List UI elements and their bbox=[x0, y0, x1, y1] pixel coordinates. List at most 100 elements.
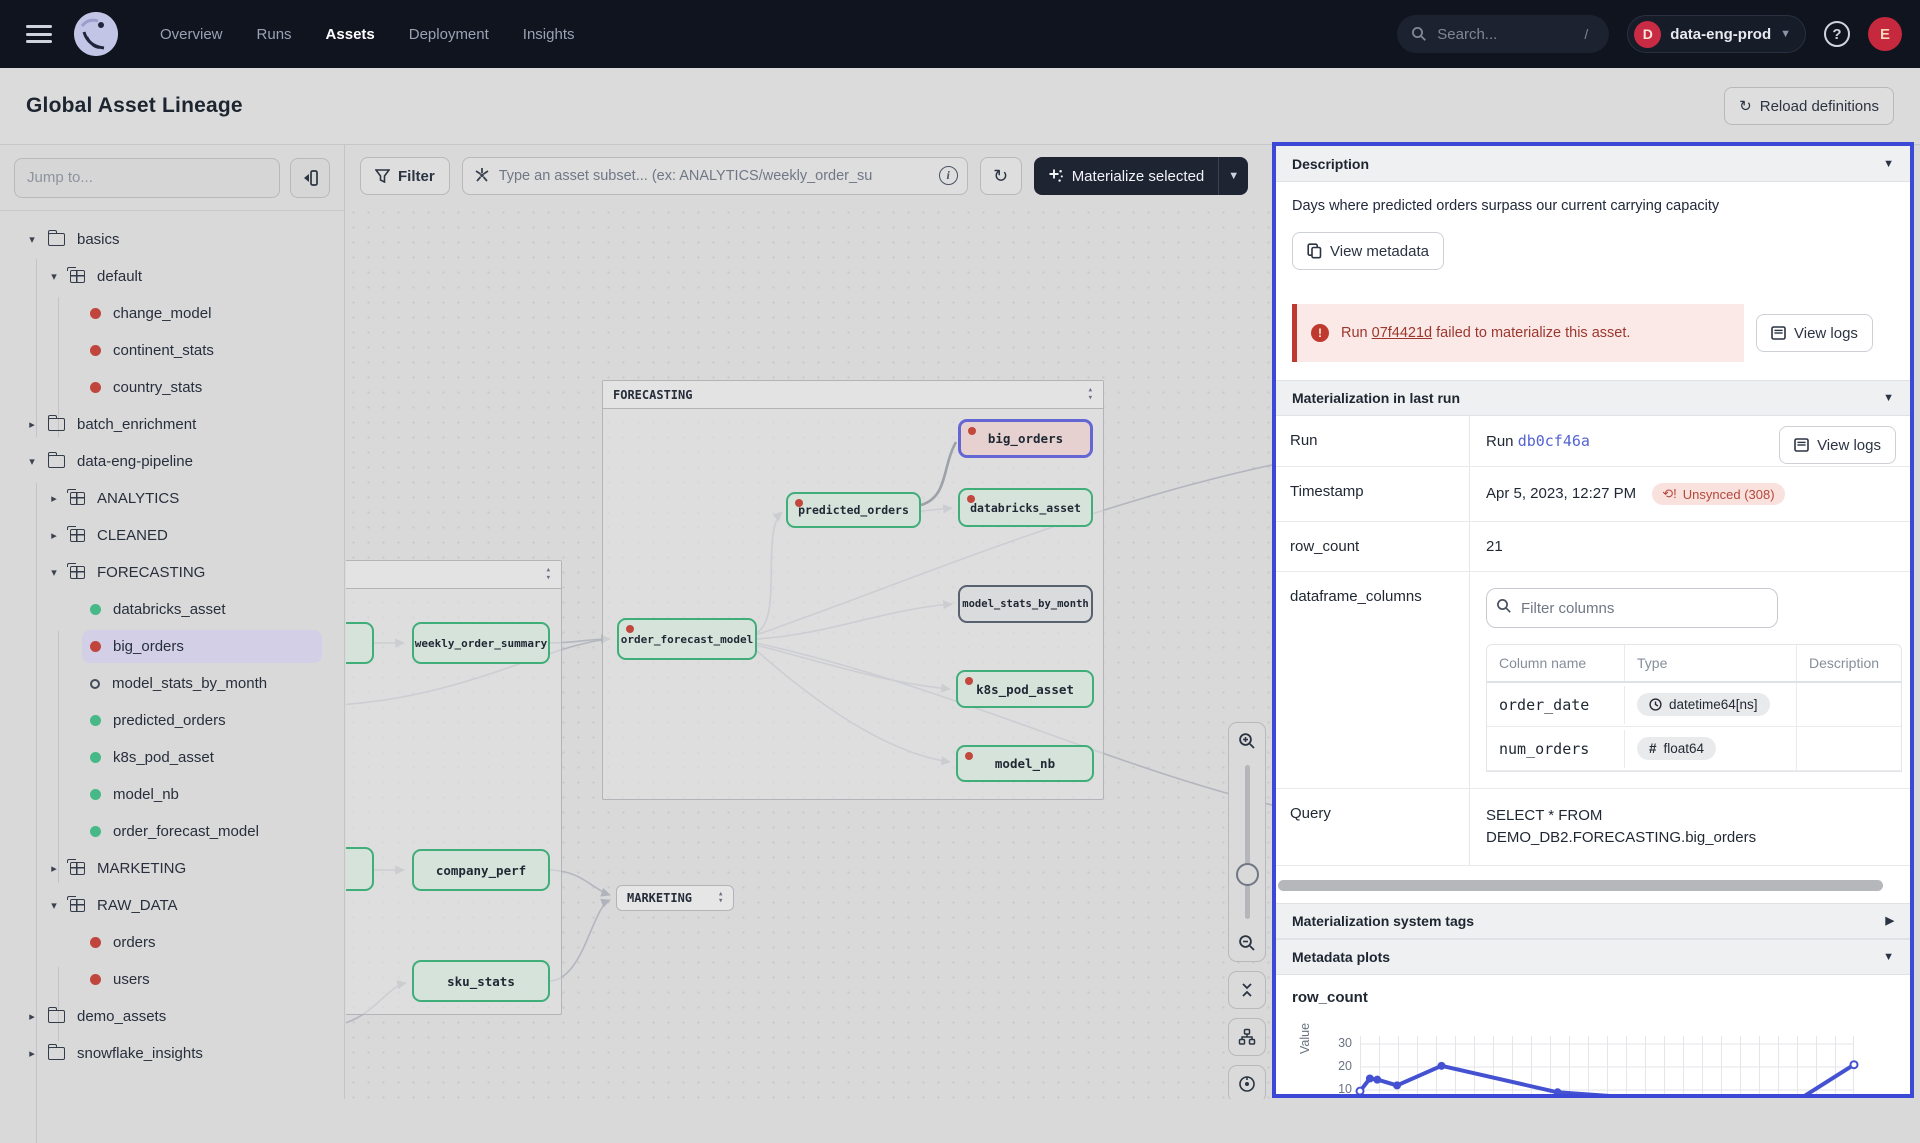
chevron-down-icon[interactable]: ▾ bbox=[26, 455, 38, 468]
asset-node-order-forecast-model[interactable]: order_forecast_model bbox=[617, 618, 757, 660]
view-logs-button[interactable]: View logs bbox=[1779, 426, 1896, 464]
sidebar-item-users[interactable]: users bbox=[0, 961, 344, 998]
sidebar-item-demo-assets[interactable]: ▸demo_assets bbox=[0, 998, 344, 1035]
sidebar-item-analytics[interactable]: ▸ANALYTICS bbox=[0, 480, 344, 517]
dagster-logo[interactable] bbox=[74, 12, 118, 56]
sidebar-item-country-stats[interactable]: country_stats bbox=[0, 369, 344, 406]
sidebar-item-basics[interactable]: ▾basics bbox=[0, 221, 344, 258]
asset-group-header[interactable]: ▴▾ bbox=[346, 561, 561, 589]
sidebar-item-orders[interactable]: orders bbox=[0, 924, 344, 961]
sidebar-item-cleaned[interactable]: ▸CLEANED bbox=[0, 517, 344, 554]
expand-group-icon[interactable]: ▴▾ bbox=[718, 891, 723, 905]
zoom-in-button[interactable] bbox=[1228, 723, 1266, 759]
center-view-button[interactable] bbox=[1228, 1065, 1266, 1099]
asset-node-clipped[interactable] bbox=[346, 622, 374, 664]
horizontal-scrollbar[interactable] bbox=[1278, 880, 1883, 891]
failed-run-link[interactable]: 07f4421d bbox=[1372, 325, 1432, 341]
sidebar-item-forecasting[interactable]: ▾FORECASTING bbox=[0, 554, 344, 591]
avatar[interactable]: E bbox=[1868, 17, 1902, 51]
search-input[interactable]: Search... / bbox=[1397, 15, 1609, 53]
logs-icon bbox=[1794, 438, 1809, 452]
asset-node-predicted-orders[interactable]: predicted_orders bbox=[786, 492, 921, 528]
asset-node-sku-stats[interactable]: sku_stats bbox=[412, 960, 550, 1002]
timestamp-row: Timestamp Apr 5, 2023, 12:27 PM ⟲!Unsync… bbox=[1276, 467, 1910, 522]
zoom-slider[interactable] bbox=[1228, 759, 1266, 925]
collapse-group-icon[interactable]: ▴▾ bbox=[546, 567, 551, 581]
chevron-right-icon[interactable]: ▸ bbox=[26, 1047, 38, 1060]
nav-deployment[interactable]: Deployment bbox=[409, 26, 489, 43]
asset-node-model-stats-by-month[interactable]: model_stats_by_month bbox=[958, 585, 1093, 623]
sidebar-item-continent-stats[interactable]: continent_stats bbox=[0, 332, 344, 369]
lineage-canvas[interactable]: ▴▾ FORECASTING ▴▾ weekly_order_summary o… bbox=[346, 145, 1272, 1099]
chevron-right-icon[interactable]: ▸ bbox=[48, 492, 60, 505]
chevron-down-icon[interactable]: ▾ bbox=[48, 566, 60, 579]
metadata-plots-section-header[interactable]: Metadata plots ▼ bbox=[1276, 939, 1910, 975]
chevron-right-icon[interactable]: ▸ bbox=[48, 529, 60, 542]
chevron-right-icon[interactable]: ▸ bbox=[26, 418, 38, 431]
deployment-switcher[interactable]: D data-eng-prod ▼ bbox=[1627, 15, 1806, 53]
sidebar-item-predicted-orders[interactable]: predicted_orders bbox=[0, 702, 344, 739]
materialize-options-caret[interactable]: ▼ bbox=[1218, 157, 1248, 195]
view-logs-button[interactable]: View logs bbox=[1756, 314, 1873, 352]
help-icon[interactable]: ? bbox=[1824, 21, 1850, 47]
materialize-selected-button[interactable]: Materialize selected ▼ bbox=[1034, 157, 1249, 195]
asset-node-model-nb[interactable]: model_nb bbox=[956, 745, 1094, 782]
sidebar-item-default[interactable]: ▾default bbox=[0, 258, 344, 295]
nav-insights[interactable]: Insights bbox=[523, 26, 575, 43]
marketing-group-collapsed[interactable]: MARKETING ▴▾ bbox=[616, 885, 734, 911]
run-failed-text: Run 07f4421d failed to materialize this … bbox=[1341, 325, 1630, 341]
system-tags-section-header[interactable]: Materialization system tags ▶ bbox=[1276, 903, 1910, 939]
asset-node-databricks-asset[interactable]: databricks_asset bbox=[958, 488, 1093, 527]
sidebar-item-big-orders[interactable]: big_orders bbox=[0, 628, 344, 665]
timestamp-value: Apr 5, 2023, 12:27 PM bbox=[1486, 485, 1636, 502]
asset-node-k8s-pod-asset[interactable]: k8s_pod_asset bbox=[956, 670, 1094, 708]
asset-node-company-perf[interactable]: company_perf bbox=[412, 849, 550, 891]
sidebar-item-data-eng-pipeline[interactable]: ▾data-eng-pipeline bbox=[0, 443, 344, 480]
chevron-right-icon[interactable]: ▸ bbox=[26, 1010, 38, 1023]
jump-to-input[interactable] bbox=[14, 158, 280, 198]
sidebar-item-model-nb[interactable]: model_nb bbox=[0, 776, 344, 813]
success-status-dot bbox=[90, 715, 101, 726]
sidebar-item-raw-data[interactable]: ▾RAW_DATA bbox=[0, 887, 344, 924]
sidebar-item-change-model[interactable]: change_model bbox=[0, 295, 344, 332]
materialization-section-header[interactable]: Materialization in last run ▼ bbox=[1276, 380, 1910, 416]
refresh-graph-button[interactable]: ↻ bbox=[980, 157, 1022, 195]
zoom-out-button[interactable] bbox=[1228, 925, 1266, 961]
type-pill: datetime64[ns] bbox=[1637, 693, 1770, 716]
nav-assets[interactable]: Assets bbox=[326, 26, 375, 43]
collapse-group-icon[interactable]: ▴▾ bbox=[1088, 387, 1093, 401]
forecasting-group-header[interactable]: FORECASTING ▴▾ bbox=[603, 381, 1103, 409]
chevron-down-icon[interactable]: ▾ bbox=[26, 233, 38, 246]
zoom-slider-handle[interactable] bbox=[1236, 863, 1259, 886]
asset-subset-input[interactable] bbox=[462, 157, 968, 195]
sidebar-item-snowflake-insights[interactable]: ▸snowflake_insights bbox=[0, 1035, 344, 1072]
nav-runs[interactable]: Runs bbox=[257, 26, 292, 43]
asset-node-weekly-order-summary[interactable]: weekly_order_summary bbox=[412, 622, 550, 664]
filter-columns-input[interactable] bbox=[1486, 588, 1778, 628]
hamburger-menu-icon[interactable] bbox=[26, 25, 52, 43]
run-id-link[interactable]: db0cf46a bbox=[1518, 432, 1590, 450]
asset-node-clipped[interactable] bbox=[346, 847, 374, 891]
nav-overview[interactable]: Overview bbox=[160, 26, 223, 43]
chevron-right-icon[interactable]: ▸ bbox=[48, 862, 60, 875]
graph-layout-button[interactable] bbox=[1228, 1018, 1266, 1056]
chevron-down-icon[interactable]: ▾ bbox=[48, 899, 60, 912]
asset-group-icon bbox=[70, 899, 85, 912]
sidebar-item-batch-enrichment[interactable]: ▸batch_enrichment bbox=[0, 406, 344, 443]
sidebar-item-model-stats-by-month[interactable]: model_stats_by_month bbox=[0, 665, 344, 702]
filter-button[interactable]: Filter bbox=[360, 157, 450, 195]
unsynced-badge[interactable]: ⟲!Unsynced (308) bbox=[1652, 483, 1784, 505]
collapse-all-groups-button[interactable] bbox=[1228, 971, 1266, 1009]
sidebar-item-marketing[interactable]: ▸MARKETING bbox=[0, 850, 344, 887]
collapse-sidebar-button[interactable] bbox=[290, 158, 330, 198]
sidebar-item-order-forecast-model[interactable]: order_forecast_model bbox=[0, 813, 344, 850]
view-metadata-button[interactable]: View metadata bbox=[1292, 232, 1444, 270]
description-section-header[interactable]: Description ▼ bbox=[1276, 146, 1910, 182]
info-icon[interactable]: i bbox=[939, 166, 958, 185]
asset-node-big-orders[interactable]: big_orders bbox=[958, 419, 1093, 458]
sidebar-item-databricks-asset[interactable]: databricks_asset bbox=[0, 591, 344, 628]
chevron-down-icon[interactable]: ▾ bbox=[48, 270, 60, 283]
filter-funnel-icon bbox=[375, 169, 390, 183]
reload-definitions-button[interactable]: ↻ Reload definitions bbox=[1724, 87, 1894, 125]
sidebar-item-k8s-pod-asset[interactable]: k8s_pod_asset bbox=[0, 739, 344, 776]
